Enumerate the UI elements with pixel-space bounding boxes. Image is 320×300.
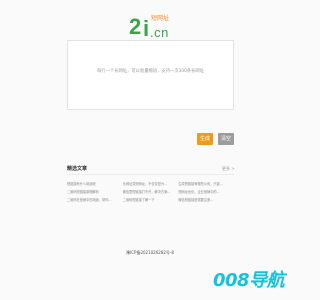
- article-link[interactable]: 微信里短链接打不开，解决方案...: [123, 188, 179, 196]
- article-row: 二维码在营销中的用途，帮你... 二维码短链接了解一下 微信短链接是需要注册..…: [67, 196, 234, 204]
- long-url-input-box[interactable]: 每行一个长网址，可以批量缩短，支持一次300条长网址: [67, 40, 234, 110]
- section-divider: [67, 174, 234, 175]
- article-link[interactable]: 微信短链接是需要注册...: [178, 196, 234, 204]
- article-link[interactable]: 生成短链接有哪些公司，只能...: [178, 180, 234, 188]
- long-url-textarea[interactable]: [68, 41, 233, 109]
- article-link[interactable]: 二维码短链接原理解析: [67, 188, 123, 196]
- article-link[interactable]: 二维码短链接了解一下: [123, 196, 179, 204]
- logo-brand-text: 短网址: [151, 15, 170, 22]
- article-link[interactable]: 二维码在营销中的用途，帮你...: [67, 196, 123, 204]
- logo-mark-i: i: [143, 16, 150, 41]
- articles-list: 短链接有什么用途呢 长网址变短网址，不仅仅是为... 生成短链接有哪些公司，只能…: [67, 180, 234, 204]
- generate-button[interactable]: 生成: [197, 133, 213, 145]
- article-row: 二维码短链接原理解析 微信里短链接打不开，解决方案... 短网址优化，企业营销中…: [67, 188, 234, 196]
- articles-section-title: 精选文章: [67, 166, 88, 172]
- logo-mark-cn: .cn: [150, 25, 169, 40]
- clear-button[interactable]: 清空: [218, 133, 234, 145]
- input-placeholder: 每行一个长网址，可以批量缩短，支持一次300条长网址: [96, 69, 205, 74]
- article-link[interactable]: 长网址变短网址，不仅仅是为...: [123, 180, 179, 188]
- more-articles-link[interactable]: 更多 >: [222, 166, 235, 172]
- icp-record-link[interactable]: 豫ICP备2021026282号-8: [0, 250, 300, 256]
- logo-mark-2: 2: [129, 14, 142, 39]
- article-row: 短链接有什么用途呢 长网址变短网址，不仅仅是为... 生成短链接有哪些公司，只能…: [67, 180, 234, 188]
- site-logo[interactable]: 2 i .cn 短网址: [129, 10, 179, 41]
- article-link[interactable]: 短链接有什么用途呢: [67, 180, 123, 188]
- footer-site-logo[interactable]: 008导航: [213, 266, 285, 292]
- article-link[interactable]: 短网址优化，企业营销中的...: [178, 188, 234, 196]
